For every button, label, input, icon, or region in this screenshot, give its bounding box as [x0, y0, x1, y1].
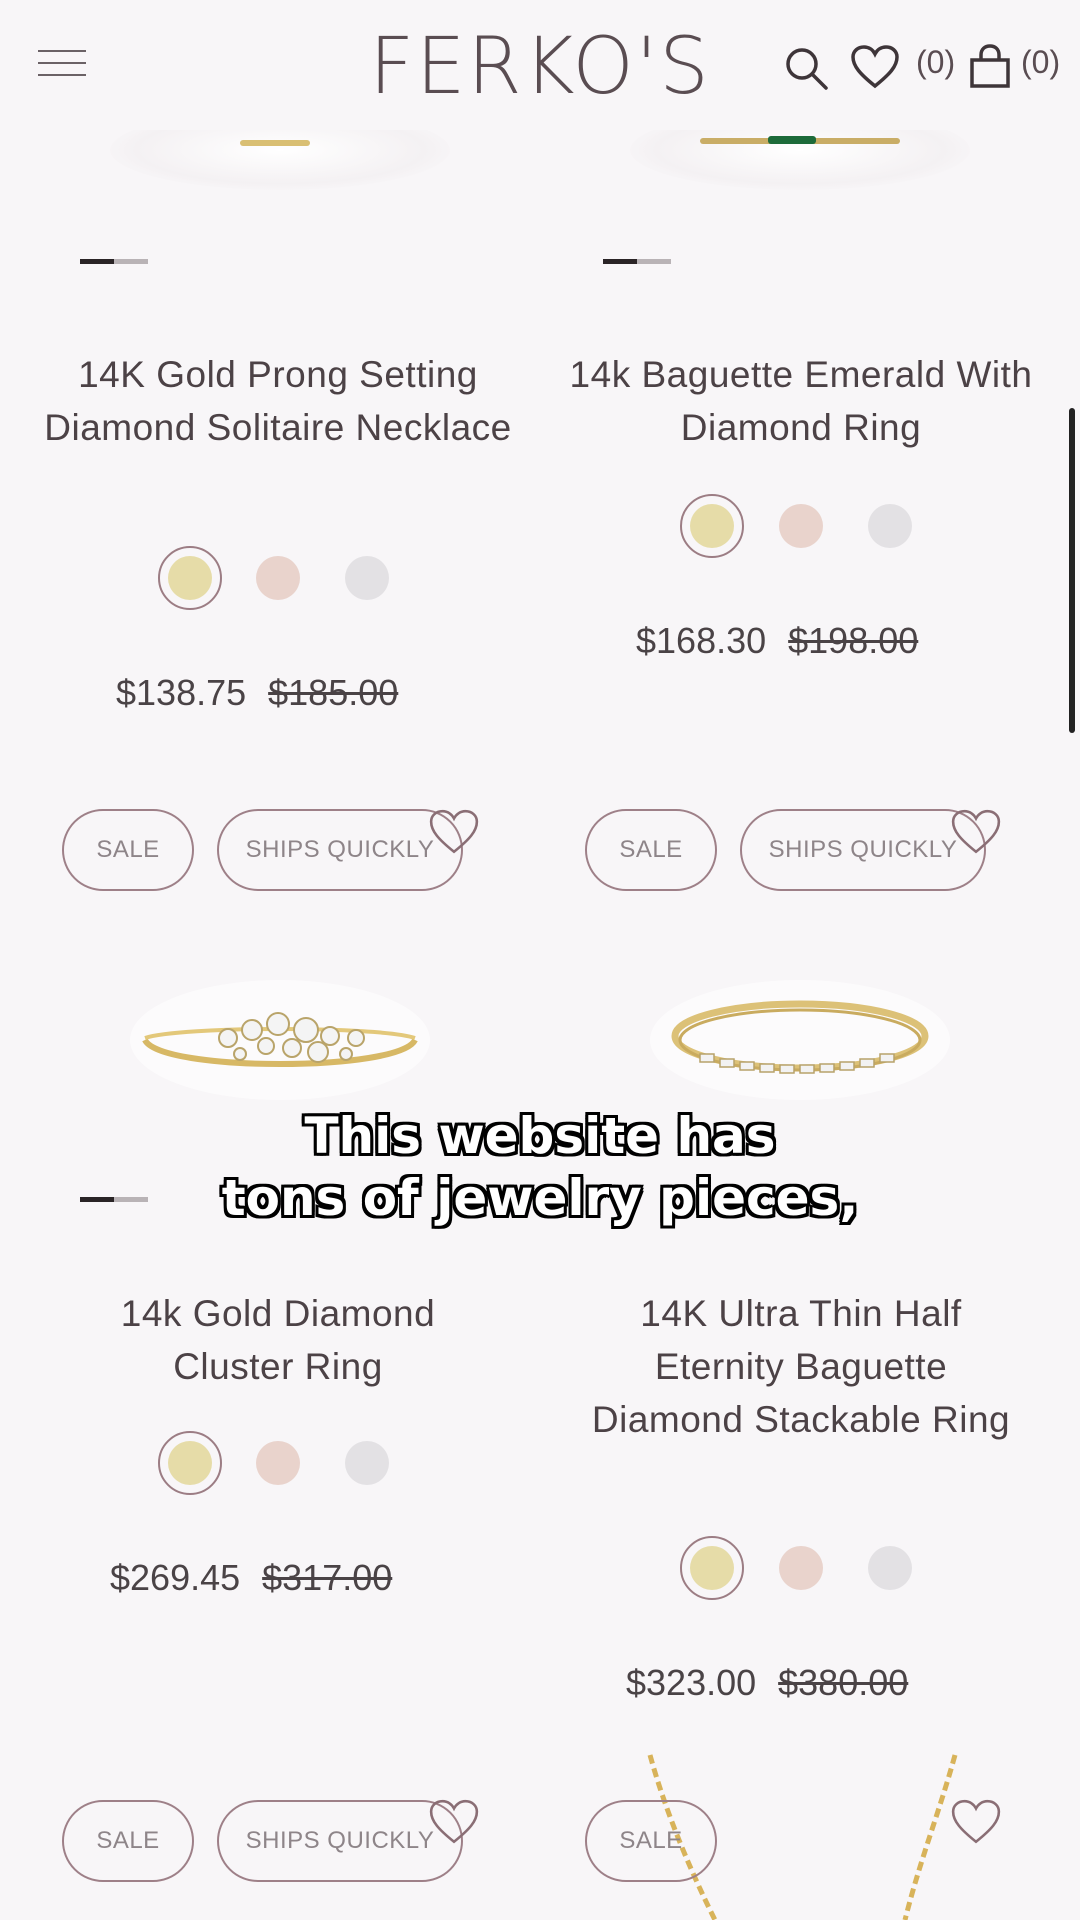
emerald-stone [768, 136, 816, 144]
swatch-white-gold[interactable] [345, 1441, 389, 1485]
menu-icon[interactable] [38, 50, 86, 82]
site-logo[interactable]: FERKO'S [360, 22, 720, 112]
product-price: $323.00 $380.00 [626, 1662, 908, 1704]
site-header: FERKO'S (0) (0) [0, 0, 1080, 130]
product-title[interactable]: 14k Gold Diamond Cluster Ring [28, 1287, 528, 1393]
sale-badge: SALE [585, 1800, 717, 1882]
product-title[interactable]: 14k Baguette Emerald With Diamond Ring [551, 348, 1051, 454]
product-title[interactable]: 14K Gold Prong Setting Diamond Solitaire… [28, 348, 528, 454]
add-to-wishlist-heart-icon[interactable] [950, 808, 1002, 856]
product-price: $269.45 $317.00 [110, 1557, 392, 1599]
page-scrollbar[interactable] [1069, 408, 1075, 733]
sale-badge: SALE [62, 809, 194, 891]
original-price: $380.00 [778, 1662, 909, 1703]
swatch-yellow-gold[interactable] [680, 494, 744, 558]
swatch-white-gold[interactable] [868, 1546, 912, 1590]
ships-quickly-badge: SHIPS QUICKLY [217, 809, 463, 891]
necklace-image-fragment [240, 140, 310, 146]
sale-badge: SALE [585, 809, 717, 891]
original-price: $317.00 [262, 1557, 393, 1598]
original-price: $198.00 [788, 620, 919, 661]
swatch-white-gold[interactable] [868, 504, 912, 548]
original-price: $185.00 [268, 672, 399, 713]
sale-price: $168.30 [636, 620, 767, 661]
swatch-yellow-gold[interactable] [680, 1536, 744, 1600]
product-price: $138.75 $185.00 [116, 672, 398, 714]
product-image-eternity-ring[interactable] [640, 960, 960, 1100]
add-to-wishlist-heart-icon[interactable] [950, 1798, 1002, 1846]
product-price: $168.30 $198.00 [636, 620, 918, 662]
sale-badge: SALE [62, 1800, 194, 1882]
add-to-wishlist-heart-icon[interactable] [428, 808, 480, 856]
cart-count[interactable]: (0) [1021, 44, 1060, 81]
swatch-rose-gold[interactable] [779, 504, 823, 548]
ships-quickly-badge: SHIPS QUICKLY [217, 1800, 463, 1882]
swatch-yellow-gold[interactable] [158, 546, 222, 610]
swatch-rose-gold[interactable] [256, 556, 300, 600]
video-caption: This website has tons of jewelry pieces, [221, 1107, 859, 1227]
search-icon[interactable] [782, 44, 830, 92]
sale-price: $269.45 [110, 1557, 241, 1598]
product-title[interactable]: 14K Ultra Thin Half Eternity Baguette Di… [551, 1287, 1051, 1446]
swatch-rose-gold[interactable] [256, 1441, 300, 1485]
swatch-yellow-gold[interactable] [158, 1431, 222, 1495]
product-image-cluster-ring[interactable] [120, 960, 440, 1100]
sale-price: $138.75 [116, 672, 247, 713]
wishlist-count[interactable]: (0) [916, 44, 955, 81]
image-carousel-indicator[interactable] [603, 259, 671, 264]
swatch-rose-gold[interactable] [779, 1546, 823, 1590]
add-to-wishlist-heart-icon[interactable] [428, 1798, 480, 1846]
image-carousel-indicator[interactable] [80, 259, 148, 264]
bag-icon[interactable] [968, 44, 1012, 88]
swatch-white-gold[interactable] [345, 556, 389, 600]
wishlist-heart-icon[interactable] [850, 44, 900, 90]
sale-price: $323.00 [626, 1662, 757, 1703]
